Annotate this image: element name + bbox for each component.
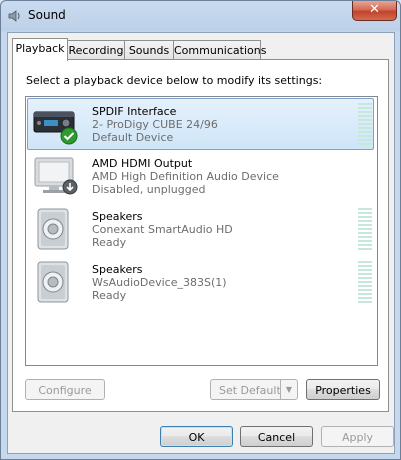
- tab-label: Sounds: [128, 44, 170, 57]
- instruction-text: Select a playback device below to modify…: [26, 74, 323, 87]
- tab-communications[interactable]: Communications: [173, 40, 266, 60]
- speaker-icon: [37, 208, 69, 250]
- device-item-speakers-ws[interactable]: Speakers WsAudioDevice_383S(1) Ready: [28, 257, 373, 307]
- tab-sounds[interactable]: Sounds: [124, 40, 174, 60]
- device-name: Speakers: [92, 263, 143, 276]
- chevron-down-icon[interactable]: ▼: [280, 380, 297, 399]
- device-status: Ready: [92, 236, 127, 249]
- close-button[interactable]: ✕: [352, 1, 397, 21]
- properties-button[interactable]: Properties: [306, 379, 380, 400]
- device-item-spdif[interactable]: SPDIF Interface 2- ProDigy CUBE 24/96 De…: [27, 98, 374, 150]
- close-icon: ✕: [369, 2, 380, 17]
- tab-label: Playback: [15, 42, 65, 55]
- device-driver: 2- ProDigy CUBE 24/96: [92, 118, 218, 131]
- level-meter: [358, 103, 372, 145]
- device-list[interactable]: SPDIF Interface 2- ProDigy CUBE 24/96 De…: [25, 96, 378, 366]
- device-name: AMD HDMI Output: [92, 157, 193, 170]
- device-driver: WsAudioDevice_383S(1): [92, 276, 227, 289]
- tab-playback[interactable]: Playback: [12, 38, 68, 61]
- device-status: Ready: [92, 289, 127, 302]
- sound-icon: [8, 10, 20, 22]
- configure-button[interactable]: Configure: [25, 379, 105, 400]
- dialog-client-area: Playback Recording Sounds Communications…: [7, 32, 395, 454]
- device-name: SPDIF Interface: [92, 105, 177, 118]
- default-check-icon: [60, 127, 78, 145]
- device-driver: AMD High Definition Audio Device: [92, 170, 279, 183]
- level-meter: [358, 208, 372, 250]
- set-default-button[interactable]: Set Default ▼: [210, 379, 298, 400]
- device-status: Disabled, unplugged: [92, 183, 206, 196]
- unplugged-arrow-icon: [62, 179, 78, 195]
- device-status: Default Device: [92, 131, 174, 144]
- cancel-button[interactable]: Cancel: [240, 426, 313, 447]
- window-title: Sound: [28, 8, 66, 22]
- playback-panel: Select a playback device below to modify…: [12, 59, 389, 412]
- device-item-hdmi[interactable]: AMD HDMI Output AMD High Definition Audi…: [28, 151, 373, 201]
- title-bar[interactable]: Sound ✕: [1, 1, 400, 31]
- ok-button[interactable]: OK: [160, 426, 233, 447]
- speaker-icon: [37, 261, 69, 303]
- tab-recording[interactable]: Recording: [67, 40, 125, 60]
- sound-dialog: Sound ✕ Playback Recording Sounds Commun…: [0, 0, 401, 460]
- apply-button[interactable]: Apply: [321, 426, 394, 447]
- tab-label: Recording: [68, 44, 124, 57]
- device-driver: Conexant SmartAudio HD: [92, 223, 233, 236]
- device-item-speakers-conexant[interactable]: Speakers Conexant SmartAudio HD Ready: [28, 204, 373, 254]
- set-default-label: Set Default: [219, 384, 281, 397]
- tab-label: Communications: [174, 44, 267, 57]
- level-meter: [358, 261, 372, 303]
- device-name: Speakers: [92, 210, 143, 223]
